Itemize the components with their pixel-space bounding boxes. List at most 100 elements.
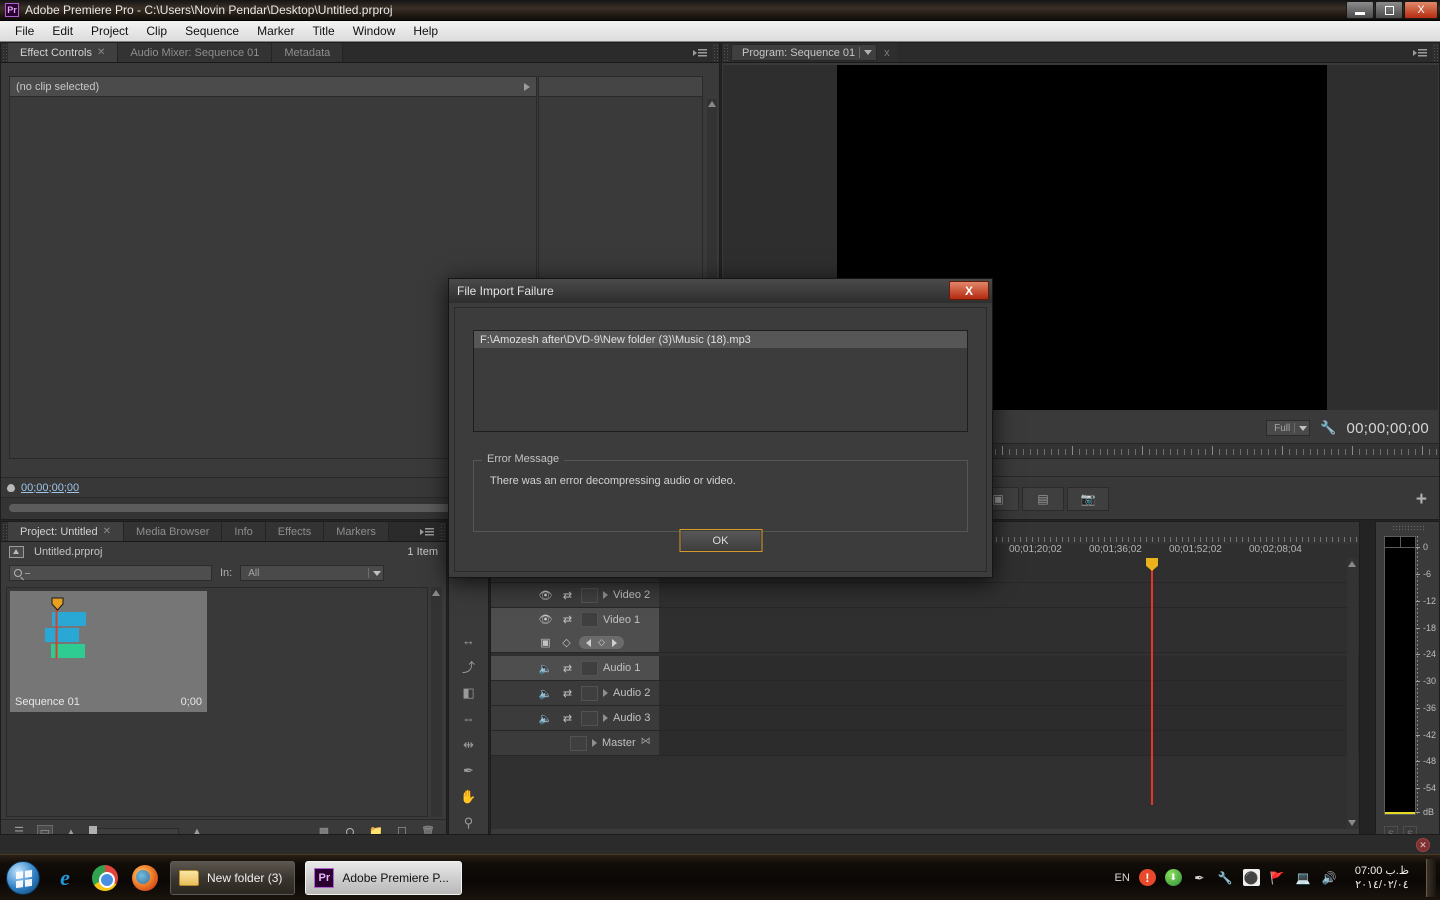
toggle-track-lock-icon[interactable]: [581, 612, 598, 627]
panel-grip-icon-right[interactable]: [1432, 43, 1439, 62]
tab-media-browser[interactable]: Media Browser: [124, 522, 223, 541]
selected-clip-bar[interactable]: (no clip selected): [9, 76, 537, 97]
track-body-audio2[interactable]: [659, 681, 1359, 705]
project-item-list[interactable]: Sequence 01 0;00: [6, 587, 428, 817]
list-item[interactable]: F:\Amozesh after\DVD-9\New folder (3)\Mu…: [474, 331, 967, 348]
track-body-master[interactable]: [659, 731, 1359, 755]
settings-wrench-icon[interactable]: 🔧: [1320, 420, 1336, 436]
toggle-sync-lock-icon[interactable]: ⇄: [559, 686, 576, 701]
close-tab-icon[interactable]: ✕: [97, 47, 105, 58]
clock[interactable]: ظ.ب 07:00 ٢٠١٤/٠٢/٠٤: [1347, 864, 1417, 892]
track-header-audio2[interactable]: 🔈 ⇄ Audio 2: [491, 681, 659, 705]
toggle-track-mute-icon[interactable]: 🔈: [537, 661, 554, 676]
project-list-scrollbar[interactable]: [431, 587, 442, 817]
track-header-audio1[interactable]: 🔈 ⇄ Audio 1: [491, 656, 659, 680]
menu-file[interactable]: File: [6, 22, 43, 40]
tab-audio-mixer[interactable]: Audio Mixer: Sequence 01: [118, 43, 273, 62]
dialog-close-button[interactable]: X: [949, 281, 989, 300]
rate-stretch-tool[interactable]: ⇹: [459, 736, 479, 753]
razor-tool[interactable]: ✒: [459, 762, 479, 779]
track-body-video2[interactable]: [659, 583, 1359, 607]
toggle-track-output-icon[interactable]: 👁: [537, 612, 554, 627]
toggle-track-mute-icon[interactable]: 🔈: [537, 711, 554, 726]
toggle-track-lock-icon[interactable]: [581, 587, 598, 603]
menu-title[interactable]: Title: [303, 22, 343, 40]
ripple-edit-tool[interactable]: ◧: [459, 684, 479, 701]
zoom-tool[interactable]: ⚲: [459, 814, 479, 831]
track-select-tool[interactable]: ⤴: [459, 658, 479, 675]
close-tab-icon[interactable]: ✕: [103, 526, 111, 537]
tab-metadata[interactable]: Metadata: [272, 43, 344, 62]
language-indicator[interactable]: EN: [1115, 872, 1130, 884]
tab-info[interactable]: Info: [222, 522, 266, 541]
volume-icon[interactable]: 🔊: [1321, 869, 1338, 886]
show-keyframes-icon[interactable]: ▣: [537, 635, 554, 650]
tab-program-sequence-01[interactable]: Program: Sequence 01: [731, 44, 878, 61]
hand-tool[interactable]: ✋: [459, 788, 479, 805]
next-keyframe-icon[interactable]: [611, 638, 617, 647]
menu-sequence[interactable]: Sequence: [176, 22, 248, 40]
search-input[interactable]: [9, 565, 212, 581]
scroll-up-icon[interactable]: [1348, 561, 1356, 567]
tab-project-untitled[interactable]: Project: Untitled ✕: [8, 522, 125, 541]
alert-icon[interactable]: !: [1138, 869, 1156, 886]
audio-meter-bars[interactable]: [1384, 536, 1416, 815]
scroll-up-icon[interactable]: [432, 590, 440, 596]
panel-menu-icon[interactable]: [690, 43, 712, 62]
panel-menu-icon[interactable]: [417, 522, 439, 541]
program-monitor-timecode[interactable]: 00;00;00;00: [1346, 420, 1429, 437]
internet-explorer-icon[interactable]: e: [50, 863, 80, 893]
toggle-track-mute-icon[interactable]: 🔈: [537, 686, 554, 701]
track-body-audio3[interactable]: [659, 706, 1359, 730]
extract-button[interactable]: ▤: [1022, 487, 1064, 511]
filter-in-dropdown[interactable]: All: [240, 565, 385, 581]
panel-menu-icon[interactable]: [1410, 43, 1432, 62]
safely-remove-icon[interactable]: ⚫: [1242, 869, 1260, 886]
panel-grip-icon-right[interactable]: [712, 43, 719, 62]
parent-bin-icon[interactable]: [9, 546, 24, 558]
add-keyframe-icon[interactable]: ◇: [598, 637, 605, 648]
toggle-sync-lock-icon[interactable]: ⇄: [559, 661, 576, 676]
display-icon[interactable]: 💻: [1295, 869, 1312, 886]
toggle-sync-lock-icon[interactable]: ⇄: [559, 612, 576, 627]
close-tab-icon[interactable]: x: [877, 43, 897, 62]
chevron-down-icon[interactable]: [864, 50, 873, 55]
track-header-video2[interactable]: 👁 ⇄ Video 2: [491, 583, 659, 607]
toggle-sync-lock-icon[interactable]: ⇄: [559, 588, 576, 603]
menu-help[interactable]: Help: [404, 22, 447, 40]
track-header-audio3[interactable]: 🔈 ⇄ Audio 3: [491, 706, 659, 730]
taskbar-item-new-folder[interactable]: New folder (3): [170, 860, 296, 895]
menu-marker[interactable]: Marker: [248, 22, 303, 40]
keyframe-diamond-icon[interactable]: ◇: [558, 635, 575, 650]
tab-effect-controls[interactable]: Effect Controls ✕: [8, 43, 119, 62]
expand-track-icon[interactable]: [603, 689, 608, 697]
start-button[interactable]: [6, 860, 40, 895]
track-body-audio1[interactable]: [659, 656, 1359, 680]
expand-track-icon[interactable]: [603, 591, 608, 599]
mozilla-firefox-launcher[interactable]: [130, 863, 160, 893]
taskbar-item-premiere[interactable]: Pr Adobe Premiere P...: [305, 860, 462, 895]
toggle-track-lock-icon[interactable]: [581, 710, 598, 726]
scroll-down-icon[interactable]: [1348, 820, 1356, 826]
playback-resolution-dropdown[interactable]: Full: [1266, 420, 1311, 436]
playhead[interactable]: [1146, 558, 1158, 805]
scroll-up-icon[interactable]: [708, 101, 716, 107]
track-header-video1[interactable]: 👁 ⇄ Video 1 ▣ ◇ ◇: [491, 608, 659, 652]
selection-tool[interactable]: ↔: [459, 632, 479, 649]
panel-grip-icon[interactable]: [1, 522, 8, 541]
maximize-button[interactable]: [1375, 1, 1403, 19]
panel-grip-icon[interactable]: [1, 43, 8, 62]
toggle-track-output-icon[interactable]: 👁: [537, 588, 554, 603]
google-chrome-launcher[interactable]: [90, 863, 120, 893]
menu-edit[interactable]: Edit: [43, 22, 82, 40]
network-error-icon[interactable]: 🚩: [1269, 869, 1286, 886]
previous-keyframe-icon[interactable]: [586, 638, 591, 647]
button-editor-add-icon[interactable]: +: [1416, 490, 1427, 509]
pen-tool-icon[interactable]: ✒: [1191, 869, 1208, 886]
failed-files-list[interactable]: F:\Amozesh after\DVD-9\New folder (3)\Mu…: [473, 330, 968, 432]
toggle-sync-lock-icon[interactable]: ⇄: [559, 711, 576, 726]
panel-grip-icon[interactable]: [722, 43, 729, 62]
export-frame-button[interactable]: 📷: [1067, 487, 1109, 511]
menu-clip[interactable]: Clip: [137, 22, 176, 40]
panel-grip-icon[interactable]: [1392, 525, 1424, 530]
